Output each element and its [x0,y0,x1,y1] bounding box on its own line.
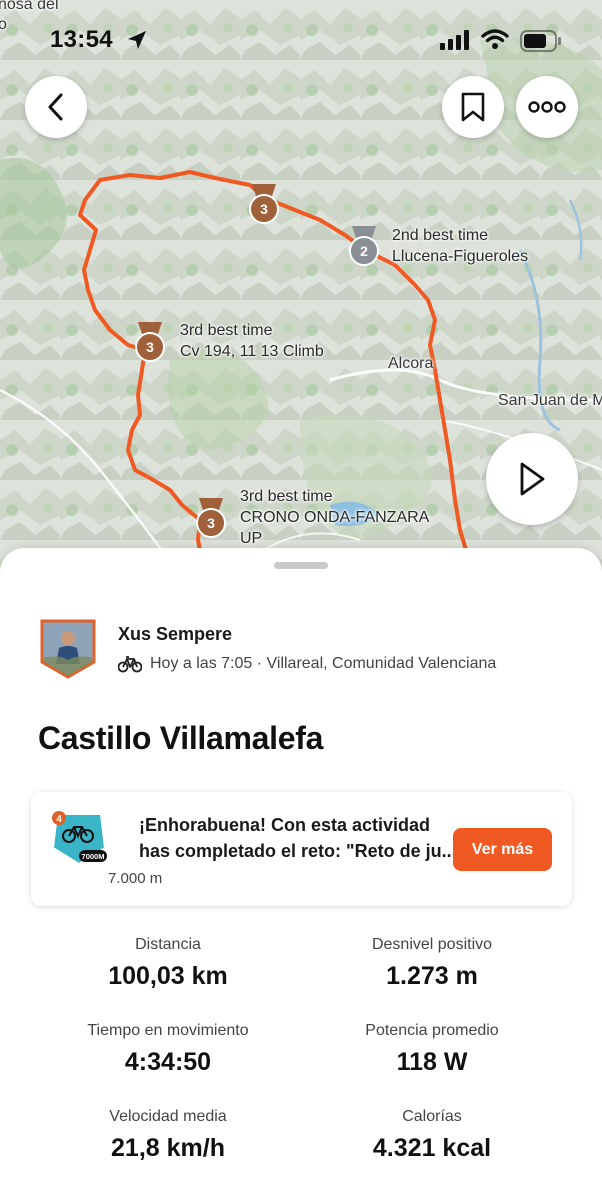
athlete-name[interactable]: Xus Sempere [118,624,232,645]
svg-text:3: 3 [146,339,154,355]
see-more-button[interactable]: Ver más [453,828,552,871]
map-place-label: San Juan de M [498,392,602,409]
sheet-drag-handle[interactable] [274,562,328,569]
activity-sheet: Xus Sempere Hoy a las 7:05 · Villareal, … [0,548,602,1200]
status-bar: 13:54 [0,22,602,58]
challenge-goal: 7.000 m [108,870,163,887]
silver-medal-icon[interactable]: 2 [346,224,382,268]
battery-icon [520,30,561,52]
stat-avg-power: Potencia promedio 118 W [365,1022,499,1076]
play-flyover-button[interactable] [486,433,578,525]
play-icon [520,462,545,496]
svg-text:3: 3 [207,515,215,531]
activity-meta: Hoy a las 7:05 · Villareal, Comunidad Va… [118,655,496,673]
challenge-card[interactable]: 4 7000M ¡Enhorabuena! Con esta actividad… [31,792,572,906]
svg-text:4: 4 [56,814,62,825]
activity-title: Castillo Villamalefa [38,720,324,756]
bike-icon [118,656,142,673]
achievement-label: 3rd best time Cv 194, 11 13 Climb [180,322,324,360]
stat-elevation: Desnivel positivo 1.273 m [371,936,493,990]
challenge-badge-icon: 4 7000M [51,811,107,866]
svg-text:2: 2 [360,243,368,259]
more-dots-icon [528,101,566,113]
bookmark-icon [461,92,485,122]
svg-text:7000M: 7000M [82,852,105,861]
bookmark-button[interactable] [442,76,504,138]
bronze-medal-icon[interactable]: 3 [246,182,282,226]
stat-distance: Distancia 100,03 km [108,936,228,990]
achievement-label: 2nd best time Llucena-Figueroles [392,227,529,265]
bronze-medal-icon[interactable]: 3 [132,320,168,364]
more-options-button[interactable] [516,76,578,138]
wifi-icon [481,29,509,49]
bronze-medal-icon[interactable]: 3 [193,496,229,540]
svg-text:3: 3 [260,201,268,217]
back-button[interactable] [25,76,87,138]
achievement-label: 3rd best time CRONO ONDA-FANZARA UP [240,488,430,547]
avatar[interactable] [39,618,97,680]
map-place-label: Alcora [388,355,434,372]
stat-moving-time: Tiempo en movimiento 4:34:50 [87,1022,249,1076]
signal-icon [440,30,469,50]
chevron-left-icon [48,93,63,121]
challenge-message: ¡Enhorabuena! Con esta actividad has com… [139,815,457,861]
map-place-label: nosa del [0,0,59,13]
activity-meta-text: Hoy a las 7:05 · Villareal, Comunidad Va… [150,655,497,672]
status-time: 13:54 [50,26,113,53]
location-arrow-icon [128,31,146,49]
stat-avg-speed: Velocidad media 21,8 km/h [109,1108,227,1162]
stat-calories: Calorías 4.321 kcal [372,1108,492,1162]
